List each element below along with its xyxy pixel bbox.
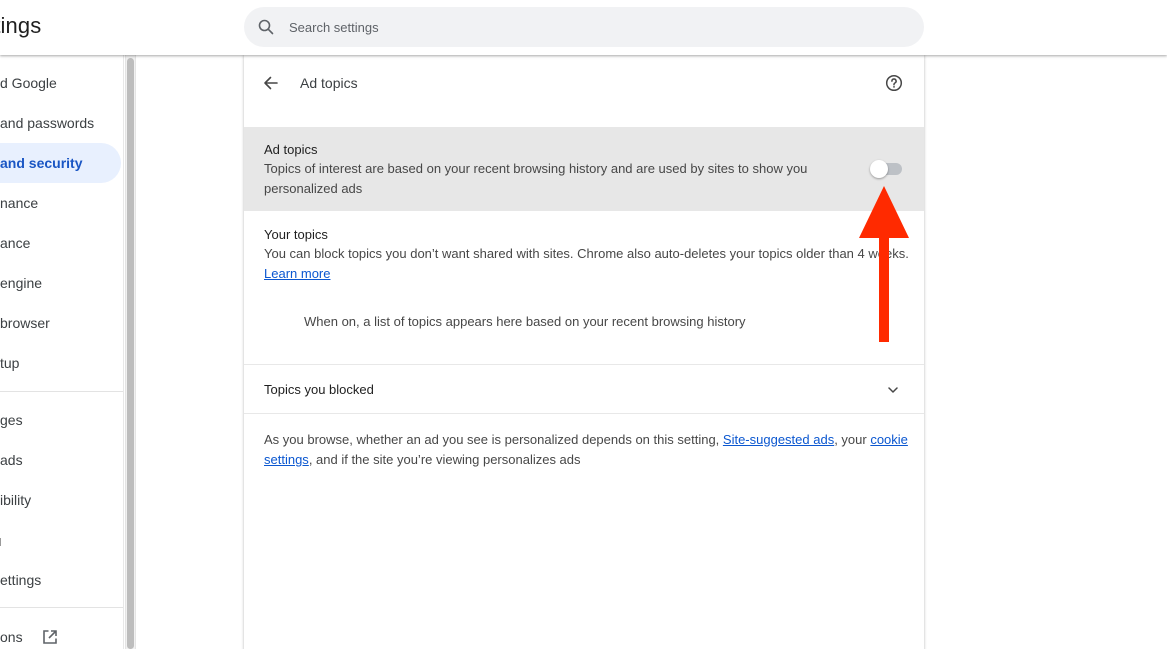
sidebar-item-label	[0, 538, 1, 546]
sidebar-divider	[0, 391, 124, 392]
card-header: Ad topics	[244, 55, 924, 127]
sidebar-item-privacy-and-security[interactable]: and security	[0, 143, 121, 183]
sidebar-item-label: browser	[0, 315, 50, 331]
sidebar-item-label: nance	[0, 195, 39, 211]
ad-topics-toggle[interactable]	[870, 160, 902, 178]
sidebar-item-reset-settings[interactable]: ettings	[0, 560, 121, 600]
sidebar-item-performance[interactable]: nance	[0, 183, 121, 223]
header: Settings	[0, 0, 1167, 55]
your-topics-description-text: You can block topics you don’t want shar…	[264, 246, 909, 261]
topics-empty-note: When on, a list of topics appears here b…	[304, 314, 746, 329]
sidebar-item-label: ance	[0, 235, 31, 251]
arrow-head	[859, 186, 909, 238]
ad-topics-setting-description: Topics of interest are based on your rec…	[264, 161, 808, 196]
sidebar-item-appearance[interactable]: ance	[0, 223, 121, 263]
sidebar-item-autofill[interactable]: and passwords	[0, 103, 121, 143]
sidebar-item-label: tup	[0, 355, 20, 371]
your-topics-description: You can block topics you don’t want shar…	[264, 244, 909, 284]
search-bar[interactable]	[244, 7, 924, 47]
chevron-down-icon	[886, 383, 900, 397]
sidebar-item-default-browser[interactable]: browser	[0, 303, 121, 343]
sidebar-item-label: ettings	[0, 572, 42, 588]
ad-topics-setting-row: Ad topics Topics of interest are based o…	[244, 127, 924, 211]
sidebar-item-label: ibility	[0, 492, 32, 508]
topics-blocked-label: Topics you blocked	[264, 382, 374, 397]
your-topics-title: Your topics	[264, 227, 328, 242]
sidebar: d Google and passwords and security nanc…	[0, 55, 124, 649]
note-text: As you browse, whether an ad you see is …	[264, 432, 723, 447]
sidebar-item-you-and-google[interactable]: d Google	[0, 63, 121, 103]
sidebar-item-search-engine[interactable]: engine	[0, 263, 121, 303]
sidebar-item-on-startup[interactable]: tup	[0, 343, 121, 383]
sidebar-scrollbar-thumb[interactable]	[127, 58, 134, 649]
ad-topics-setting-title: Ad topics	[264, 142, 318, 157]
sidebar-item-label: and passwords	[0, 115, 95, 131]
note-text: , and if the site you’re viewing persona…	[308, 452, 581, 467]
back-button[interactable]	[261, 73, 281, 93]
search-icon	[257, 18, 275, 36]
open-in-new-icon	[42, 629, 58, 645]
sidebar-item-label: ons	[0, 629, 23, 645]
sidebar-item-languages[interactable]: ges	[0, 400, 121, 440]
annotation-arrow-icon	[859, 186, 909, 342]
sidebar-item-label: and security	[0, 155, 83, 171]
sidebar-item-label: d Google	[0, 75, 57, 91]
sidebar-item-system[interactable]	[0, 520, 121, 560]
help-button[interactable]	[885, 74, 903, 92]
learn-more-link[interactable]: Learn more	[264, 266, 330, 281]
topics-blocked-expander[interactable]: Topics you blocked	[244, 365, 924, 413]
sidebar-item-label: engine	[0, 275, 43, 291]
help-circle-icon	[885, 74, 903, 96]
sidebar-item-accessibility[interactable]: ibility	[0, 480, 121, 520]
divider	[244, 413, 924, 414]
sidebar-item-downloads[interactable]: ads	[0, 440, 121, 480]
site-suggested-ads-link[interactable]: Site-suggested ads	[723, 432, 834, 447]
search-input[interactable]	[289, 19, 889, 35]
sidebar-item-label: ges	[0, 412, 23, 428]
page-title: Ad topics	[300, 75, 358, 91]
arrow-shaft	[879, 236, 889, 342]
sidebar-divider	[0, 607, 124, 608]
sidebar-item-label: ads	[0, 452, 23, 468]
ad-topics-card: Ad topics Ad topics Topics of interest a…	[244, 55, 924, 649]
sidebar-border	[123, 55, 124, 649]
note-text: , your	[834, 432, 871, 447]
arrow-left-icon	[261, 76, 281, 97]
sidebar-item-extensions[interactable]: ons	[0, 617, 121, 649]
personalization-note: As you browse, whether an ad you see is …	[264, 430, 914, 470]
app-title: Settings	[0, 13, 42, 38]
toggle-knob	[870, 160, 888, 178]
